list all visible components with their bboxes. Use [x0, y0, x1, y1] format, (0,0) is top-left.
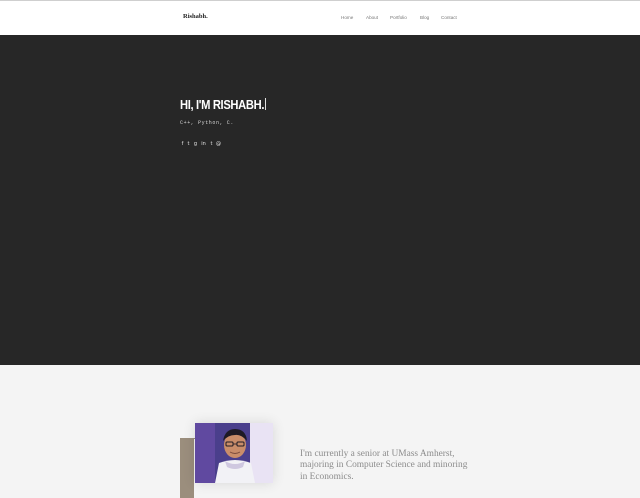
- linkedin-icon[interactable]: in: [200, 141, 207, 147]
- hero-title: HI, I'M RISHABH.: [180, 97, 267, 112]
- hero-section: HI, I'M RISHABH. C++, Python, C. f t g i…: [0, 35, 640, 365]
- nav-link-about[interactable]: About: [366, 15, 378, 20]
- hero-title-text: HI, I'M RISHABH.: [180, 97, 265, 112]
- about-text: I'm currently a senior at UMass Amherst,…: [300, 449, 468, 482]
- nav-link-blog[interactable]: Blog: [420, 15, 429, 20]
- profile-photo: [195, 423, 273, 483]
- github-icon[interactable]: g: [193, 141, 198, 147]
- profile-photo-illustration: [195, 423, 273, 483]
- top-navbar: Rishabh. Home About Portfolio Blog Conta…: [0, 0, 640, 35]
- typing-cursor: [264, 98, 267, 110]
- facebook-icon[interactable]: f: [180, 141, 185, 147]
- brand-logo-link[interactable]: Rishabh.: [183, 13, 208, 20]
- nav-link-contact[interactable]: Contact: [441, 15, 457, 20]
- hero-subtitle: C++, Python, C.: [180, 120, 235, 126]
- mail-icon[interactable]: @: [216, 141, 221, 147]
- tumblr-icon[interactable]: t: [209, 141, 214, 147]
- nav-link-home[interactable]: Home: [341, 15, 353, 20]
- nav-link-portfolio[interactable]: Portfolio: [390, 15, 407, 20]
- about-section: I'm currently a senior at UMass Amherst,…: [0, 365, 640, 498]
- twitter-icon[interactable]: t: [186, 141, 191, 147]
